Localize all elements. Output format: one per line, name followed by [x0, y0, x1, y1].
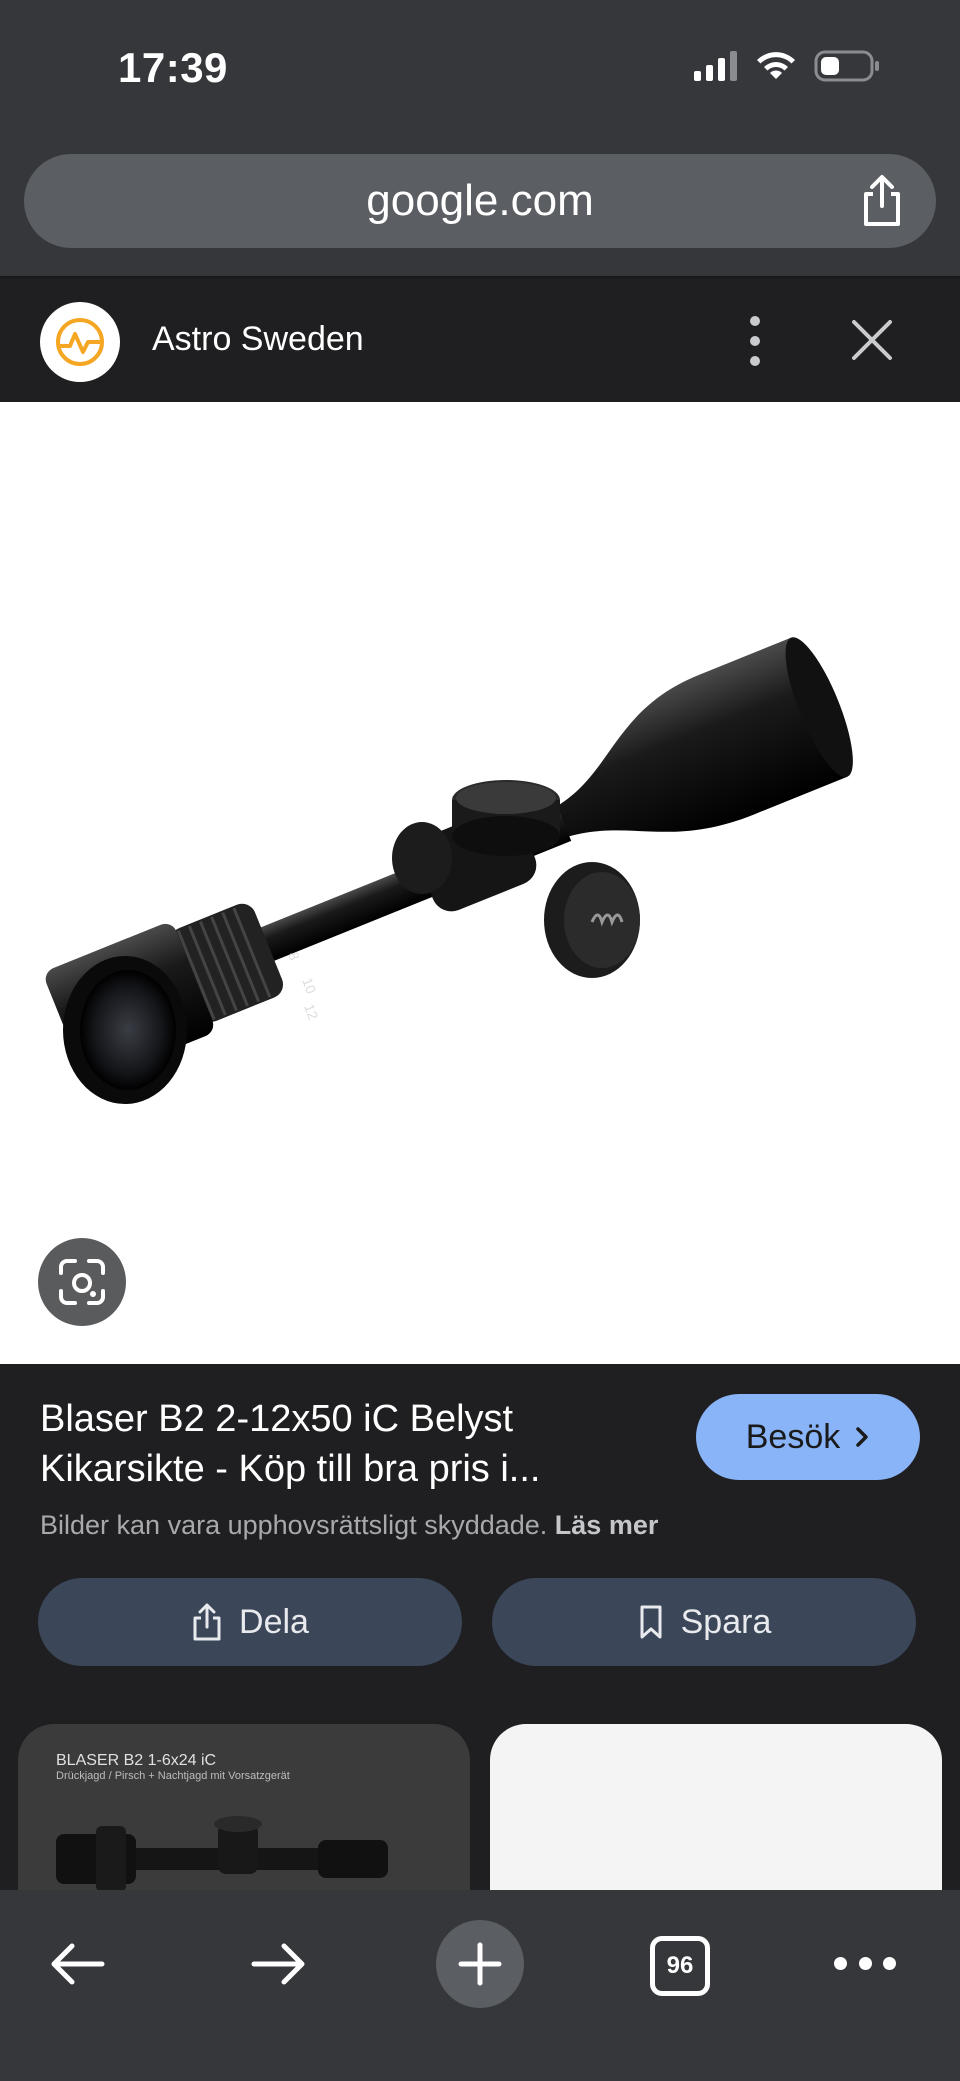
tabs-button[interactable]: 96	[650, 1936, 710, 1996]
battery-icon	[814, 50, 879, 82]
back-arrow-icon[interactable]	[46, 1938, 108, 1990]
site-header: Astro Sweden	[0, 276, 960, 402]
svg-text:12: 12	[301, 1002, 321, 1022]
forward-arrow-icon[interactable]	[248, 1938, 310, 1990]
status-icons	[694, 50, 880, 82]
wifi-icon	[757, 52, 795, 79]
more-vert-icon[interactable]	[740, 308, 770, 374]
result-title[interactable]: Blaser B2 2-12x50 iC Belyst Kikarsikte -…	[40, 1394, 680, 1494]
close-icon[interactable]	[846, 314, 898, 366]
tab-count: 96	[666, 1952, 694, 1979]
visit-button[interactable]: Besök	[696, 1394, 920, 1480]
copyright-notice: Bilder kan vara upphovsrättsligt skyddad…	[40, 1510, 658, 1541]
site-name[interactable]: Astro Sweden	[152, 320, 364, 359]
product-image-area[interactable]: 8 10 12	[0, 402, 960, 1364]
share-icon[interactable]	[856, 174, 908, 228]
visit-label: Besök	[745, 1417, 841, 1456]
more-horiz-icon[interactable]	[834, 1952, 896, 1974]
browser-top-bar: 17:39 google.com	[0, 0, 960, 276]
bookmark-icon	[640, 1605, 662, 1639]
site-logo[interactable]	[40, 302, 120, 382]
new-tab-button[interactable]	[436, 1920, 524, 2008]
status-time: 17:39	[118, 44, 228, 91]
astro-logo-icon	[56, 318, 104, 366]
svg-text:10: 10	[299, 976, 319, 996]
share-label: Dela	[239, 1602, 309, 1641]
product-image: 8 10 12	[45, 637, 853, 1104]
chevron-right-icon	[856, 1427, 868, 1447]
result-info: Blaser B2 2-12x50 iC Belyst Kikarsikte -…	[0, 1364, 960, 1924]
plus-icon	[458, 1942, 502, 1986]
copyright-text: Bilder kan vara upphovsrättsligt skyddad…	[40, 1510, 548, 1540]
save-button[interactable]: Spara	[492, 1578, 916, 1666]
google-lens-button[interactable]	[38, 1238, 126, 1326]
url-text: google.com	[366, 176, 594, 225]
share-icon	[193, 1603, 221, 1641]
google-lens-icon	[59, 1259, 105, 1305]
url-bar[interactable]: google.com	[24, 154, 936, 248]
share-button[interactable]: Dela	[38, 1578, 462, 1666]
save-label: Spara	[680, 1602, 772, 1641]
bottom-toolbar: 96	[0, 1890, 960, 2081]
read-more-link[interactable]: Läs mer	[555, 1510, 659, 1540]
signal-icon	[694, 51, 737, 81]
